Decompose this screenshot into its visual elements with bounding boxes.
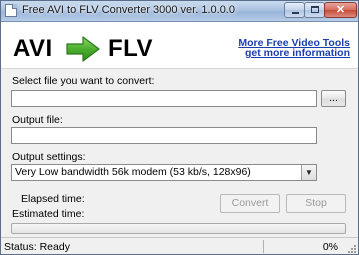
output-file-field[interactable] — [11, 127, 317, 144]
output-settings-label: Output settings: — [12, 151, 86, 163]
status-separator — [263, 240, 264, 253]
conversion-progress-bar — [11, 223, 346, 234]
chevron-down-icon[interactable]: ▼ — [301, 165, 316, 180]
input-file-label: Select file you want to convert: — [12, 75, 155, 87]
resize-grip-icon[interactable] — [347, 244, 357, 254]
status-bar: Status: Ready 0% — [1, 237, 358, 254]
minimize-button[interactable] — [284, 2, 305, 18]
maximize-button[interactable] — [304, 2, 325, 18]
app-window: Free AVI to FLV Converter 3000 ver. 1.0.… — [0, 0, 359, 255]
title-bar[interactable]: Free AVI to FLV Converter 3000 ver. 1.0.… — [1, 1, 358, 22]
source-format-label: AVI — [13, 35, 53, 62]
arrow-right-icon — [66, 36, 100, 62]
maximize-icon — [311, 6, 319, 13]
convert-button[interactable]: Convert — [220, 194, 280, 213]
stop-button[interactable]: Stop — [286, 194, 346, 213]
elapsed-time-label: Elapsed time: — [21, 193, 85, 205]
input-file-field[interactable] — [11, 90, 317, 107]
app-icon — [5, 4, 17, 17]
close-button[interactable]: ✕ — [324, 2, 357, 18]
status-percent: 0% — [322, 241, 338, 253]
estimated-time-label: Estimated time: — [12, 208, 85, 220]
output-settings-value: Very Low bandwidth 56k modem (53 kb/s, 1… — [15, 166, 251, 178]
target-format-label: FLV — [108, 35, 154, 62]
more-information-link[interactable]: get more information — [245, 47, 350, 59]
minimize-icon — [292, 12, 299, 14]
close-icon: ✕ — [335, 4, 346, 16]
output-settings-select[interactable]: Very Low bandwidth 56k modem (53 kb/s, 1… — [11, 164, 317, 181]
browse-button[interactable]: ... — [321, 90, 346, 107]
output-file-label: Output file: — [12, 114, 63, 126]
status-text: Status: Ready — [4, 241, 70, 253]
window-title: Free AVI to FLV Converter 3000 ver. 1.0.… — [22, 4, 235, 16]
